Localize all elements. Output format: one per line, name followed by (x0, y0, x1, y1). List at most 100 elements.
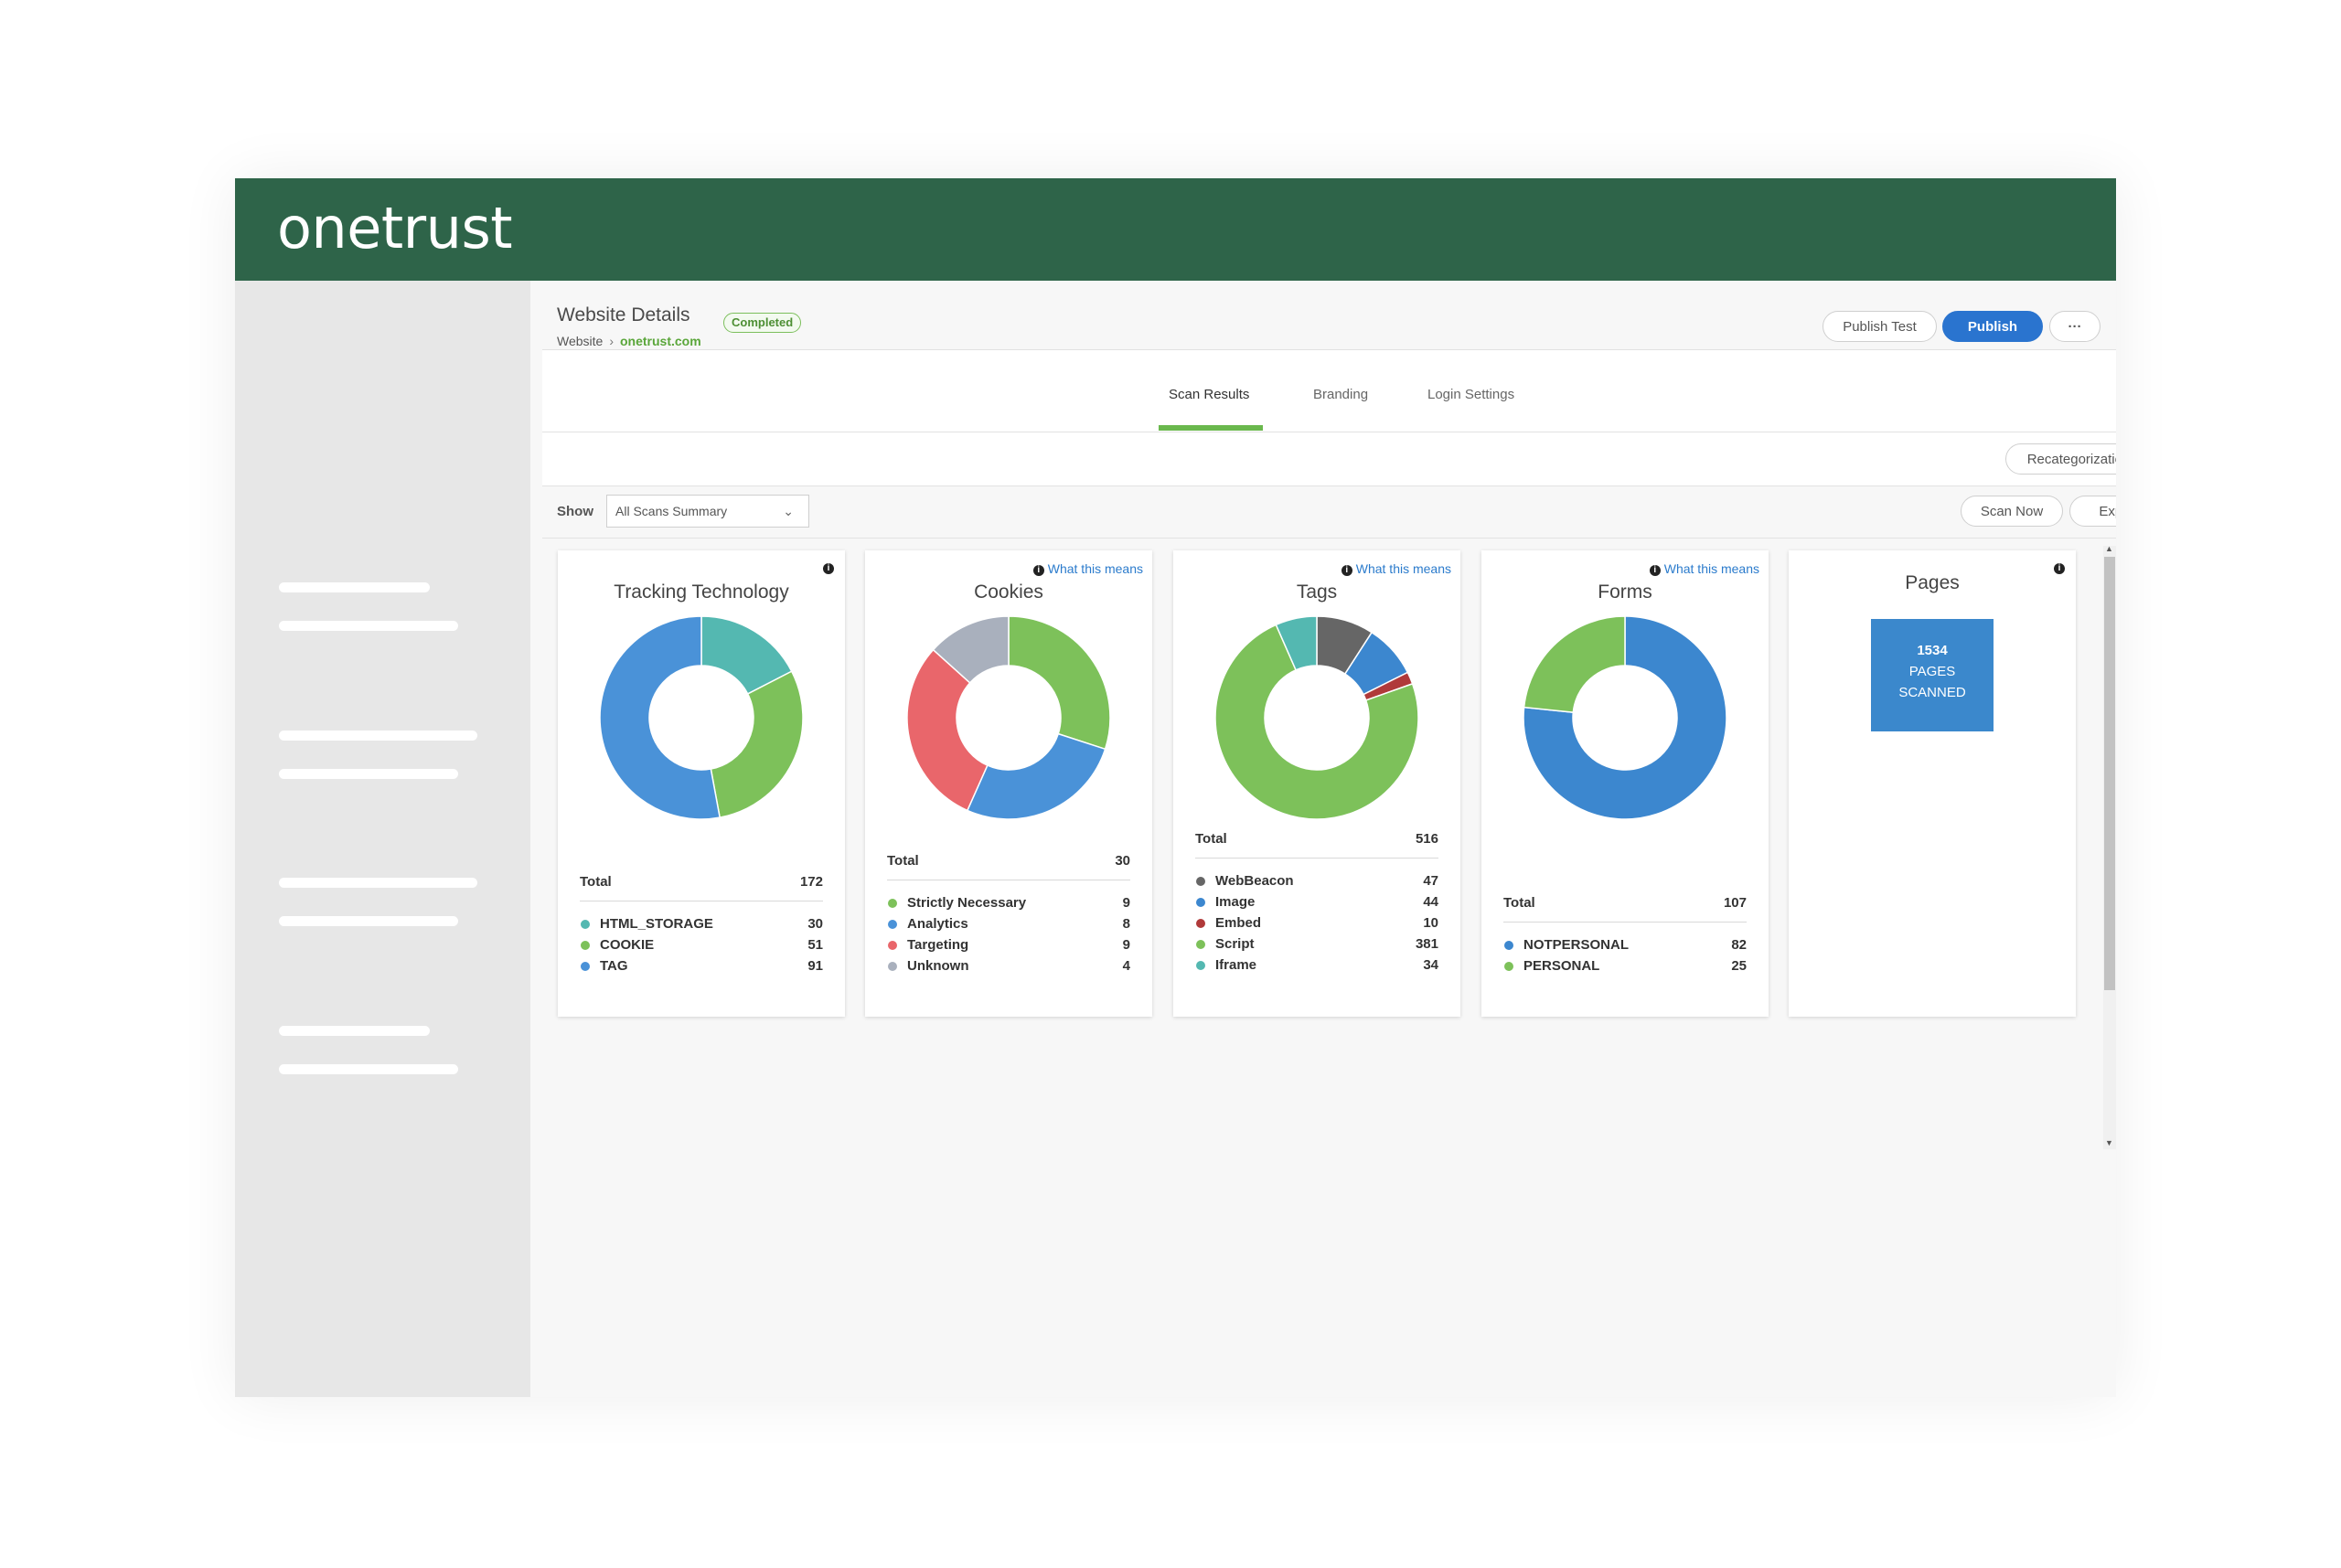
legend-value: 10 (1423, 915, 1438, 931)
what-this-means-text: What this means (1047, 561, 1143, 576)
vertical-scrollbar[interactable]: ▲ ▼ (2103, 544, 2116, 1149)
sidebar-placeholder (279, 621, 458, 631)
sidebar-placeholder (279, 769, 458, 779)
pages-count: 1534 (1917, 643, 1948, 658)
legend-label: Script (1215, 936, 1255, 952)
recategorization-row: Recategorization (542, 432, 2116, 486)
legend-label: COOKIE (600, 937, 655, 953)
legend-dot-icon (1196, 940, 1205, 949)
total-value: 516 (1415, 831, 1438, 847)
sidebar-placeholder (279, 1064, 458, 1074)
total-value: 107 (1723, 895, 1747, 911)
donut-slice-personal[interactable] (1523, 615, 1626, 713)
legend-item: Targeting 9 (887, 937, 1130, 958)
total-row: Total 172 (580, 874, 823, 901)
legend-label: Iframe (1215, 957, 1257, 973)
legend-value: 8 (1122, 916, 1130, 932)
publish-test-button[interactable]: Publish Test (1823, 311, 1937, 342)
more-options-button[interactable]: ··· (2049, 311, 2100, 342)
total-label: Total (1195, 831, 1227, 847)
onetrust-logo: onetrust (277, 195, 513, 261)
legend-dot-icon (581, 962, 590, 971)
tabs-bar: Scan Results Branding Login Settings (542, 350, 2116, 432)
scan-summary-select[interactable]: All Scans Summary ⌄ (606, 495, 809, 528)
legend-value: 82 (1731, 937, 1747, 953)
legend-dot-icon (581, 920, 590, 929)
info-icon: i (1032, 565, 1044, 576)
card-title: Pages (1905, 572, 1960, 593)
scan-summary-select-value: All Scans Summary (615, 504, 728, 518)
scrollbar-thumb[interactable] (2104, 557, 2115, 990)
breadcrumb-current[interactable]: onetrust.com (620, 334, 701, 348)
donut-slice-cookie[interactable] (710, 670, 804, 819)
legend-dot-icon (1504, 941, 1513, 950)
donut-slice-tag[interactable] (599, 615, 722, 820)
what-this-means-text: What this means (1355, 561, 1451, 576)
scanned-label: SCANNED (1898, 685, 1966, 700)
main-content: Website Details Completed Website › onetru… (542, 281, 2116, 1397)
legend-dot-icon (1196, 898, 1205, 907)
legend-list: NOTPERSONAL 82 PERSONAL 25 (1503, 937, 1747, 979)
sidebar (235, 281, 530, 1397)
donut-slice-analytics[interactable] (966, 732, 1106, 820)
recategorization-button[interactable]: Recategorization (2005, 443, 2116, 475)
active-tab-indicator (1159, 425, 1263, 431)
card-title: Cookies (974, 581, 1043, 603)
legend-label: Strictly Necessary (907, 895, 1027, 911)
tags-donut-chart (1214, 615, 1419, 820)
legend-value: 25 (1731, 958, 1747, 974)
sidebar-placeholder (279, 582, 430, 592)
sidebar-placeholder (279, 916, 458, 926)
scan-now-button[interactable]: Scan Now (1961, 496, 2063, 527)
tab-scan-results[interactable]: Scan Results (1169, 387, 1249, 402)
legend-value: 91 (807, 958, 823, 974)
forms-card: i What this means Forms Total 107 NOTPERS… (1481, 550, 1769, 1017)
legend-value: 9 (1122, 895, 1130, 911)
pages-label: PAGES (1908, 664, 1956, 679)
info-icon: i (1649, 565, 1661, 576)
tracking-donut-chart (599, 615, 804, 820)
legend-dot-icon (1196, 919, 1205, 928)
breadcrumb: Website › onetrust.com (557, 334, 701, 348)
legend-dot-icon (1196, 877, 1205, 886)
legend-label: NOTPERSONAL (1523, 937, 1630, 953)
pages-card: i Pages 1534 PAGES SCANNED (1789, 550, 2076, 1017)
tab-branding[interactable]: Branding (1313, 387, 1368, 402)
pages-scanned-box: 1534 PAGES SCANNED (1871, 619, 1994, 731)
sidebar-placeholder (279, 1026, 430, 1036)
breadcrumb-root[interactable]: Website (557, 334, 603, 348)
top-bar: onetrust (235, 178, 2116, 281)
info-icon[interactable]: i (823, 563, 834, 574)
what-this-means-link[interactable]: i What this means (1649, 561, 1759, 576)
tab-login-settings[interactable]: Login Settings (1427, 387, 1514, 402)
legend-item: Analytics 8 (887, 916, 1130, 937)
legend-list: WebBeacon 47 Image 44 Embed 10 Script 381 If… (1195, 873, 1438, 978)
legend-dot-icon (888, 962, 897, 971)
total-row: Total 516 (1195, 831, 1438, 859)
what-this-means-link[interactable]: i What this means (1341, 561, 1451, 576)
card-title: Tags (1296, 581, 1338, 603)
page-header: Website Details Completed Website › onetru… (542, 281, 2116, 350)
total-value: 30 (1115, 853, 1130, 869)
total-row: Total 30 (887, 853, 1130, 880)
legend-label: Embed (1215, 915, 1262, 931)
legend-item: Iframe 34 (1195, 957, 1438, 978)
legend-label: TAG (600, 958, 628, 974)
legend-item: Script 381 (1195, 936, 1438, 957)
donut-slice-strictly-necessary[interactable] (1008, 615, 1111, 751)
scroll-up-icon[interactable]: ▲ (2105, 544, 2113, 553)
total-value: 172 (799, 874, 823, 890)
legend-label: WebBeacon (1215, 873, 1294, 889)
what-this-means-link[interactable]: i What this means (1032, 561, 1143, 576)
status-badge: Completed (723, 313, 802, 333)
legend-label: Image (1215, 894, 1256, 910)
legend-item: TAG 91 (580, 958, 823, 979)
publish-button[interactable]: Publish (1942, 311, 2043, 342)
tags-card: i What this means Tags Total 516 WebBeaco… (1173, 550, 1460, 1017)
card-title: Forms (1598, 581, 1652, 603)
legend-list: Strictly Necessary 9 Analytics 8 Targeting… (887, 895, 1130, 979)
export-button[interactable]: Export (2069, 496, 2116, 527)
scroll-down-icon[interactable]: ▼ (2105, 1138, 2113, 1147)
legend-value: 51 (807, 937, 823, 953)
legend-value: 30 (807, 916, 823, 932)
